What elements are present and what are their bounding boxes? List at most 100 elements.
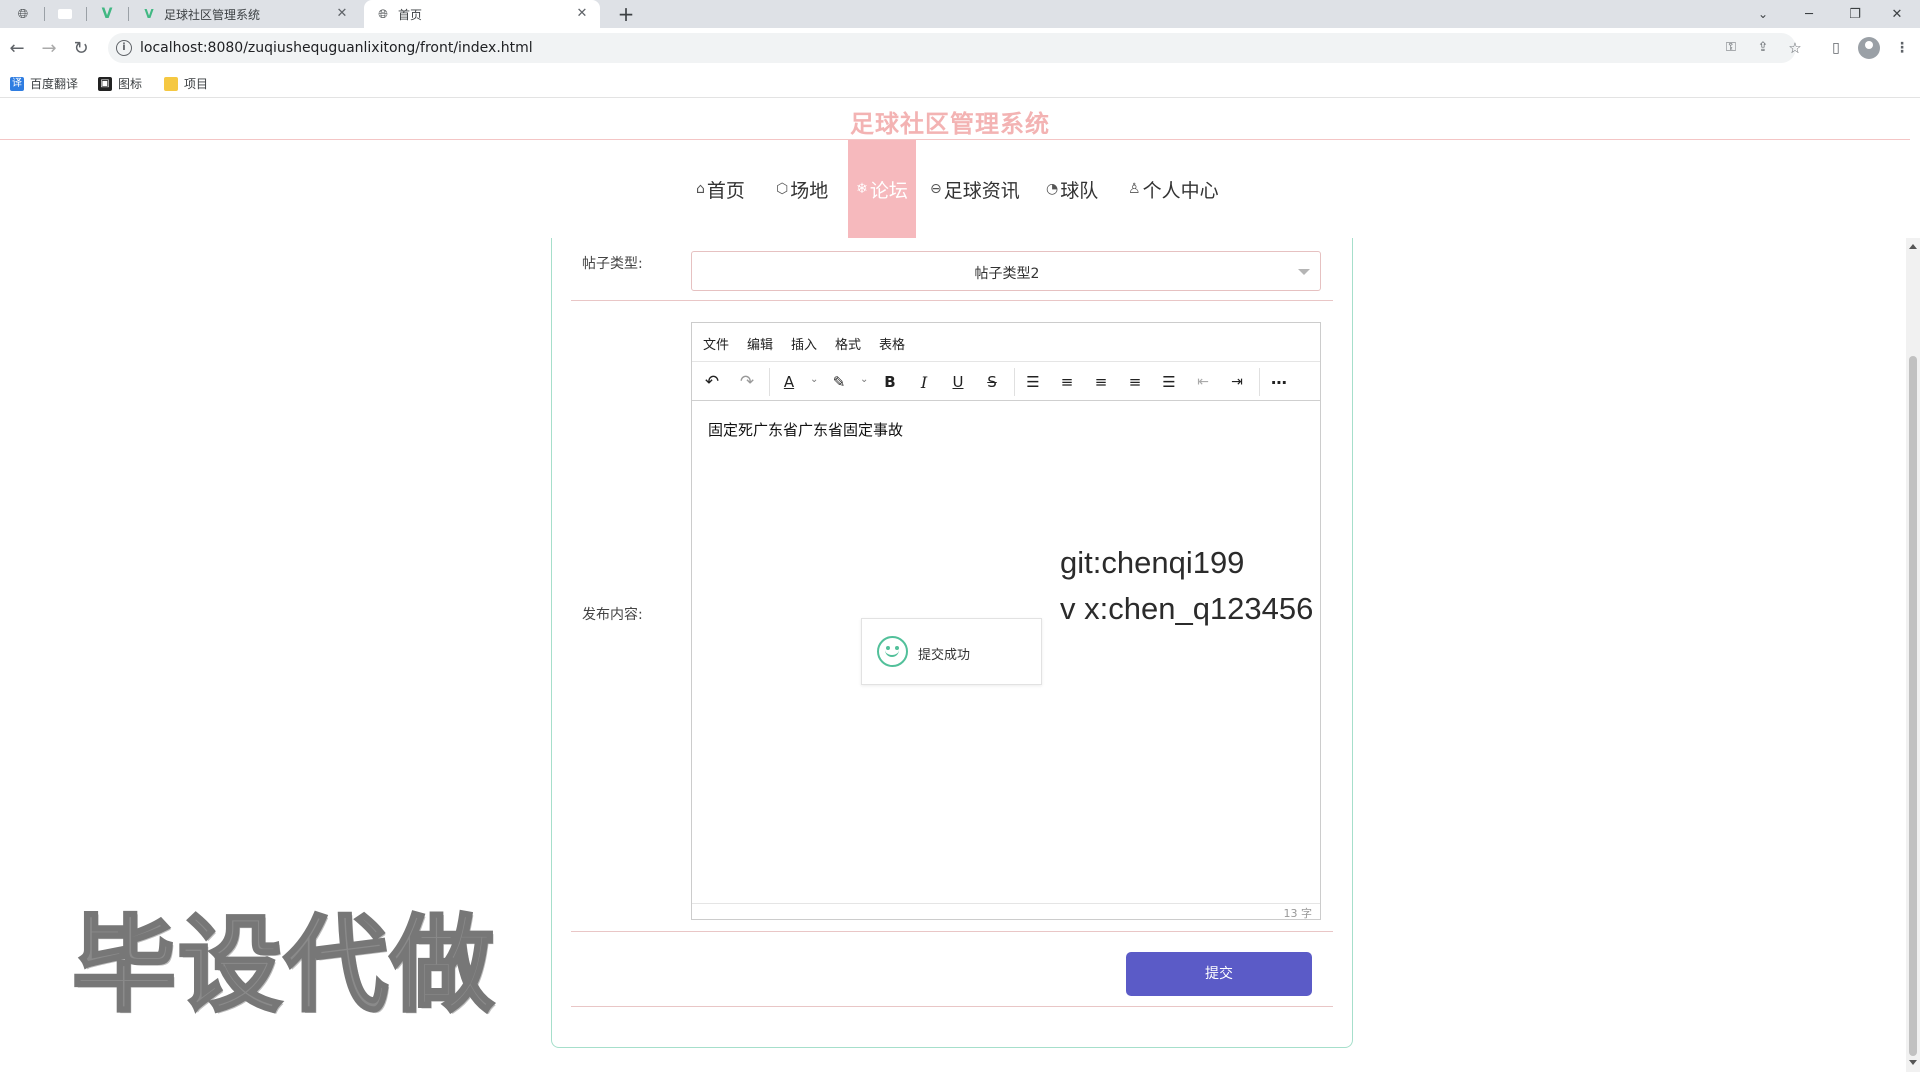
restore-button[interactable]: ❐ xyxy=(1832,0,1878,28)
nav-label: 场地 xyxy=(790,179,829,202)
page-scrollbar[interactable] xyxy=(1906,238,1920,1072)
cube-icon: ⬡ xyxy=(776,181,789,197)
nav-label: 足球资讯 xyxy=(943,179,1020,202)
menu-file[interactable]: 文件 xyxy=(703,334,729,353)
vue-logo-icon: V xyxy=(144,7,154,21)
news-icon: ⊖ xyxy=(930,181,942,197)
submit-button[interactable]: 提交 xyxy=(1126,952,1312,996)
folder-icon xyxy=(164,76,178,91)
text-color-icon[interactable]: A xyxy=(776,370,802,394)
align-center-icon[interactable]: ≡ xyxy=(1088,370,1114,394)
vue-logo-icon: V xyxy=(101,6,113,22)
nav-item-profile[interactable]: ♙ 个人中心 xyxy=(1128,140,1219,238)
browser-tab-1[interactable]: 🌐︎ xyxy=(4,0,42,28)
toolbar-separator xyxy=(1014,368,1015,396)
globe-icon: 🌐︎ xyxy=(378,6,388,21)
indent-icon[interactable]: ⇥ xyxy=(1224,370,1250,394)
chevron-down-icon[interactable]: ⌄ xyxy=(860,374,868,385)
nav-item-team[interactable]: ◔ 球队 xyxy=(1046,140,1098,238)
editor-statusbar: 13 字 xyxy=(692,903,1320,920)
bookmark-star-icon[interactable]: ☆ xyxy=(1786,39,1804,57)
browser-tab-3[interactable]: V xyxy=(88,0,126,28)
minimize-button[interactable]: ─ xyxy=(1786,0,1832,28)
underline-icon[interactable]: U xyxy=(945,370,971,394)
form-divider xyxy=(571,300,1333,301)
address-toolbar: ← → ↻ i localhost:8080/zuqiushequguanlix… xyxy=(0,28,1920,68)
address-bar[interactable]: i localhost:8080/zuqiushequguanlixitong/… xyxy=(108,33,1802,63)
align-justify-icon[interactable]: ☰ xyxy=(1156,370,1182,394)
tab-separator xyxy=(86,7,87,21)
scrollbar-thumb[interactable] xyxy=(1909,356,1917,1056)
nav-item-venue[interactable]: ⬡ 场地 xyxy=(776,140,828,238)
tab-title: 首页 xyxy=(398,7,423,22)
bookmark-item[interactable]: ▣ 图标 xyxy=(98,75,142,92)
align-left-icon[interactable]: ≡ xyxy=(1054,370,1080,394)
browser-tab-strip: 🌐︎ V V 足球社区管理系统 ✕ 🌐︎ 首页 ✕ + ⌄ ─ ❐ ✕ xyxy=(0,0,1920,28)
site-info-icon[interactable]: i xyxy=(116,40,132,56)
key-icon[interactable]: ⚿ xyxy=(1722,39,1740,57)
menu-table[interactable]: 表格 xyxy=(879,334,905,353)
word-count: 13 字 xyxy=(1283,907,1313,920)
browser-tab-football-admin[interactable]: V 足球社区管理系统 ✕ xyxy=(130,0,360,28)
browser-tab-home[interactable]: 🌐︎ 首页 ✕ xyxy=(364,0,600,28)
nav-label: 首页 xyxy=(706,179,745,202)
profile-avatar[interactable] xyxy=(1858,37,1880,59)
site-title: 足球社区管理系统 xyxy=(850,110,1050,138)
menu-kebab-icon[interactable]: ⋮ xyxy=(1892,38,1912,58)
smile-icon xyxy=(877,636,908,667)
url-text[interactable]: localhost:8080/zuqiushequguanlixitong/fr… xyxy=(140,40,533,56)
tab-separator xyxy=(44,7,45,21)
overlay-line-git: git:chenqi199 xyxy=(1060,545,1245,580)
close-tab-icon[interactable]: ✕ xyxy=(574,6,590,21)
nav-item-news[interactable]: ⊖ 足球资讯 xyxy=(930,140,1020,238)
site-header: 足球社区管理系统 xyxy=(0,98,1910,140)
nav-label: 个人中心 xyxy=(1142,179,1219,202)
overlay-line-wechat: v x:chen_q123456 xyxy=(1060,591,1314,626)
nav-label: 球队 xyxy=(1060,179,1099,202)
tab-search-icon[interactable]: ⌄ xyxy=(1740,0,1786,28)
toolbar-separator xyxy=(1259,368,1260,396)
italic-icon[interactable]: I xyxy=(911,370,937,394)
translate-icon: 译 xyxy=(10,76,24,91)
main-nav: ⌂ 首页 ⬡ 场地 ❄ 论坛 ⊖ 足球资讯 ◔ 球队 ♙ 个人中心 xyxy=(0,140,1910,238)
bold-icon[interactable]: B xyxy=(877,370,903,394)
more-icon[interactable]: ⋯ xyxy=(1266,370,1292,394)
menu-insert[interactable]: 插入 xyxy=(791,334,817,353)
highlight-color-icon[interactable]: ✎ xyxy=(826,370,852,394)
editor-content[interactable]: 固定死广东省广东省固定事故 xyxy=(708,419,903,440)
line-height-icon[interactable]: ☰ xyxy=(1020,370,1046,394)
home-icon: ⌂ xyxy=(696,181,705,197)
menu-edit[interactable]: 编辑 xyxy=(747,334,773,353)
outdent-icon[interactable]: ⇤ xyxy=(1190,370,1216,394)
reload-icon[interactable]: ↻ xyxy=(68,35,94,61)
bookmarks-bar: 译 百度翻译 ▣ 图标 项目 xyxy=(0,68,1920,98)
form-divider xyxy=(571,1006,1333,1007)
browser-tab-2[interactable] xyxy=(46,0,84,28)
bookmark-label: 百度翻译 xyxy=(30,77,79,91)
new-tab-button[interactable]: + xyxy=(614,2,638,26)
scroll-down-icon[interactable] xyxy=(1909,1060,1917,1065)
forward-icon[interactable]: → xyxy=(36,35,62,61)
share-icon[interactable]: ⇪ xyxy=(1754,39,1772,57)
contact-overlay: git:chenqi199 v x:chen_q123456 xyxy=(1060,540,1313,632)
menu-format[interactable]: 格式 xyxy=(835,334,861,353)
redo-icon[interactable]: ↷ xyxy=(734,370,760,394)
team-icon: ◔ xyxy=(1046,181,1059,197)
nav-item-forum[interactable]: ❄ 论坛 xyxy=(848,140,916,238)
chevron-down-icon[interactable]: ⌄ xyxy=(810,374,818,385)
back-icon[interactable]: ← xyxy=(4,35,30,61)
undo-icon[interactable]: ↶ xyxy=(699,370,725,394)
blank-page-icon xyxy=(58,9,72,19)
bookmark-item[interactable]: 项目 xyxy=(164,75,208,92)
editor-toolbar: ↶ ↷ A ⌄ ✎ ⌄ B I U S ☰ ≡ ≡ ≡ ☰ ⇤ ⇥ ⋯ xyxy=(692,361,1320,401)
strikethrough-icon[interactable]: S xyxy=(979,370,1005,394)
nav-item-home[interactable]: ⌂ 首页 xyxy=(696,140,745,238)
close-window-button[interactable]: ✕ xyxy=(1874,0,1920,28)
bookmark-item[interactable]: 译 百度翻译 xyxy=(10,75,78,92)
post-type-select[interactable]: 帖子类型2 xyxy=(691,251,1321,291)
close-tab-icon[interactable]: ✕ xyxy=(334,6,350,21)
snowflake-icon: ❄ xyxy=(856,181,868,197)
align-right-icon[interactable]: ≡ xyxy=(1122,370,1148,394)
side-panel-icon[interactable]: ▯ xyxy=(1826,38,1846,58)
scroll-up-icon[interactable] xyxy=(1909,244,1917,249)
